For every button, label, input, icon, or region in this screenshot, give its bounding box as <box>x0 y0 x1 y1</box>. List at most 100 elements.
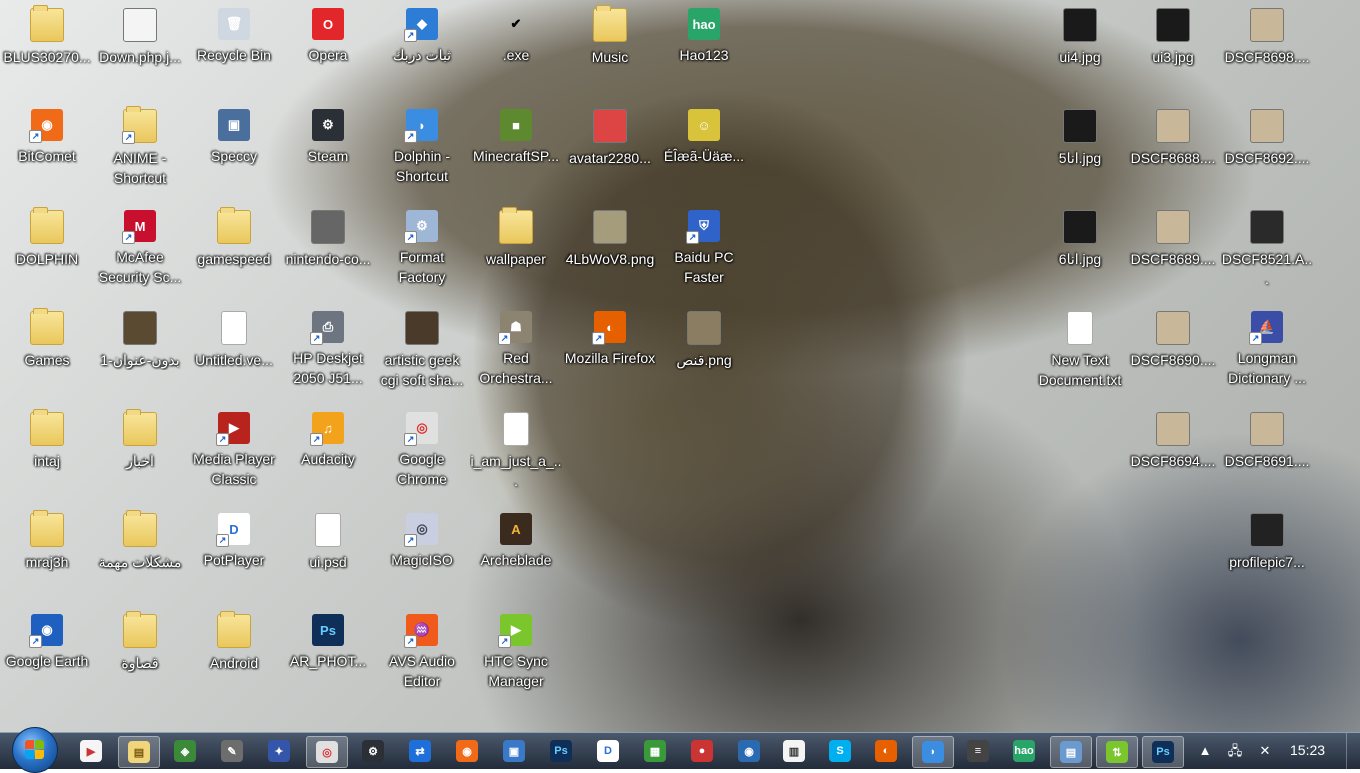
desktop-icon[interactable]: A Archeblade <box>469 507 563 607</box>
desktop-icon[interactable]: DSCF8690.... <box>1126 305 1220 405</box>
desktop-icon[interactable]: Untitled.ve... <box>187 305 281 405</box>
desktop-icon[interactable]: ◎ ↗ Google Chrome <box>375 406 469 506</box>
desktop-icon[interactable]: انا5.jpg <box>1033 103 1127 203</box>
desktop-icon[interactable]: مشكلات مهمة <box>93 507 187 607</box>
desktop-icon[interactable]: قصاوة <box>93 608 187 708</box>
desktop-icon[interactable]: DSCF8692.... <box>1220 103 1314 203</box>
desktop-icon[interactable]: ◎ ↗ MagicISO <box>375 507 469 607</box>
desktop-icon[interactable]: ⚙ ↗ Format Factory <box>375 204 469 304</box>
desktop-icon[interactable]: ui.psd <box>281 507 375 607</box>
desktop-icon[interactable]: Android <box>187 608 281 708</box>
volume-muted-icon[interactable]: ✕ <box>1256 742 1274 760</box>
desktop-icon[interactable]: intaj <box>0 406 94 506</box>
desktop-icon[interactable]: ♒ ↗ AVS Audio Editor <box>375 608 469 708</box>
desktop-icon[interactable]: hao Hao123 <box>657 2 751 102</box>
show-desktop-button[interactable] <box>1346 733 1360 769</box>
desktop-icon-label: MagicISO <box>391 552 453 568</box>
desktop-icon[interactable]: ⛵ ↗ Longman Dictionary ... <box>1220 305 1314 405</box>
desktop-icon[interactable]: ◆ ↗ ثبات دربك <box>375 2 469 102</box>
network-icon[interactable]: 🖧 <box>1226 742 1244 760</box>
desktop-icon[interactable]: ◐ ↗ Mozilla Firefox <box>563 305 657 405</box>
desktop-icon[interactable]: DOLPHIN <box>0 204 94 304</box>
taskbar-bitcomet-button[interactable]: ◉ <box>447 736 487 766</box>
desktop-icon[interactable]: ↗ ANIME - Shortcut <box>93 103 187 203</box>
desktop-icon[interactable]: 4LbWoV8.png <box>563 204 657 304</box>
start-button[interactable] <box>12 727 58 773</box>
desktop-icon[interactable]: New Text Document.txt <box>1033 305 1127 405</box>
taskbar-control-panel-button[interactable]: ▤ <box>1050 736 1092 768</box>
taskbar-photoshop-button[interactable]: Ps <box>541 736 581 766</box>
taskbar-dolphin-button[interactable]: ◗ <box>912 736 954 768</box>
desktop-icon[interactable]: DSCF8698.... <box>1220 2 1314 102</box>
desktop-icon[interactable]: اخبار <box>93 406 187 506</box>
desktop-icon[interactable]: DSCF8694.... <box>1126 406 1220 506</box>
desktop-icon[interactable]: ☗ ↗ Red Orchestra... <box>469 305 563 405</box>
taskbar-tools-button[interactable]: ✎ <box>212 736 252 766</box>
taskbar-explorer-button[interactable]: ▤ <box>118 736 160 768</box>
desktop-icon[interactable]: DSCF8521.A... <box>1220 204 1314 304</box>
desktop-icon[interactable]: ▶ ↗ HTC Sync Manager <box>469 608 563 708</box>
taskbar-potplayer-button[interactable]: D <box>588 736 628 766</box>
desktop-icon[interactable]: DSCF8689.... <box>1126 204 1220 304</box>
taskbar-camera-button[interactable]: ◉ <box>729 736 769 766</box>
taskbar-hao123-button[interactable]: hao <box>1004 736 1044 766</box>
desktop-icon[interactable]: ⛨ ↗ Baidu PC Faster <box>657 204 751 304</box>
taskbar-photos-button[interactable]: ▦ <box>635 736 675 766</box>
clock[interactable]: 15:23 <box>1290 742 1325 758</box>
folder-icon <box>30 5 64 42</box>
taskbar-calendar-button[interactable]: ▥ <box>774 736 814 766</box>
desktop-icon[interactable]: ui4.jpg <box>1033 2 1127 102</box>
desktop-icon[interactable]: ⎙ ↗ HP Deskjet 2050 J51... <box>281 305 375 405</box>
desktop-icon[interactable]: O Opera <box>281 2 375 102</box>
desktop-icon[interactable]: 1-بدون-عنوان <box>93 305 187 405</box>
desktop-icon[interactable]: Down.php.j... <box>93 2 187 102</box>
desktop-icon[interactable]: Games <box>0 305 94 405</box>
desktop-icon[interactable]: ui3.jpg <box>1126 2 1220 102</box>
desktop-icon[interactable]: ☺ ÉÎæã-Üäæ... <box>657 103 751 203</box>
taskbar-media-player-button[interactable]: ▶ <box>71 736 111 766</box>
desktop-icon-label: DOLPHIN <box>15 251 79 267</box>
taskbar-skype-button[interactable]: S <box>820 736 860 766</box>
taskbar-remote-desktop-button[interactable]: ▣ <box>494 736 534 766</box>
taskbar-photoshop-button[interactable]: Ps <box>1142 736 1184 768</box>
desktop-icon[interactable]: ■ MinecraftSP... <box>469 103 563 203</box>
taskbar-chrome-button[interactable]: ◎ <box>306 736 348 768</box>
taskbar-firefox-button[interactable]: ◐ <box>866 736 906 766</box>
show-hidden-icons-button[interactable]: ▲ <box>1196 742 1214 760</box>
desktop-icon[interactable]: mraj3h <box>0 507 94 607</box>
desktop-icon[interactable]: ♫ ↗ Audacity <box>281 406 375 506</box>
taskbar-network-globe-button[interactable]: ◈ <box>165 736 205 766</box>
desktop-icon[interactable]: profilepic7... <box>1220 507 1314 607</box>
desktop-icon[interactable]: قنص.png <box>657 305 751 405</box>
taskbar-tweak-button[interactable]: ✦ <box>259 736 299 766</box>
desktop-icon[interactable]: ▣ Speccy <box>187 103 281 203</box>
desktop-icon[interactable]: 🗑 Recycle Bin <box>187 2 281 102</box>
image-file-icon <box>1250 513 1284 547</box>
desktop-icon[interactable]: M ↗ McAfee Security Sc... <box>93 204 187 304</box>
desktop-icon[interactable]: ▶ ↗ Media Player Classic <box>187 406 281 506</box>
desktop-icon[interactable]: ✔ .exe <box>469 2 563 102</box>
desktop-icon[interactable]: ◉ ↗ Google Earth <box>0 608 94 708</box>
taskbar-flag-button[interactable]: ≡ <box>958 736 998 766</box>
taskbar-recorder-button[interactable]: ● <box>682 736 722 766</box>
shortcut-arrow-icon: ↗ <box>498 635 511 648</box>
taskbar-teamviewer-button[interactable]: ⇄ <box>400 736 440 766</box>
desktop-icon[interactable]: انا6.jpg <box>1033 204 1127 304</box>
desktop-icon[interactable]: Music <box>563 2 657 102</box>
desktop-icon[interactable]: wallpaper <box>469 204 563 304</box>
desktop-icon[interactable]: BLUS30270... <box>0 2 94 102</box>
desktop-icon[interactable]: ⚙ Steam <box>281 103 375 203</box>
desktop-icon[interactable]: Ps AR_PHOT... <box>281 608 375 708</box>
desktop-icon[interactable]: gamespeed <box>187 204 281 304</box>
desktop-icon[interactable]: D ↗ PotPlayer <box>187 507 281 607</box>
desktop-icon[interactable]: ◉ ↗ BitComet <box>0 103 94 203</box>
desktop-icon[interactable]: DSCF8691.... <box>1220 406 1314 506</box>
desktop-icon[interactable]: nintendo-co... <box>281 204 375 304</box>
desktop-icon[interactable]: DSCF8688.... <box>1126 103 1220 203</box>
desktop-icon[interactable]: i_am_just_a_... <box>469 406 563 506</box>
desktop-icon[interactable]: artistic geek cgi soft sha... <box>375 305 469 405</box>
taskbar-htc-sync-button[interactable]: ⇅ <box>1096 736 1138 768</box>
taskbar-steam-button[interactable]: ⚙ <box>353 736 393 766</box>
desktop-icon[interactable]: avatar2280... <box>563 103 657 203</box>
desktop-icon[interactable]: ◗ ↗ Dolphin - Shortcut <box>375 103 469 203</box>
